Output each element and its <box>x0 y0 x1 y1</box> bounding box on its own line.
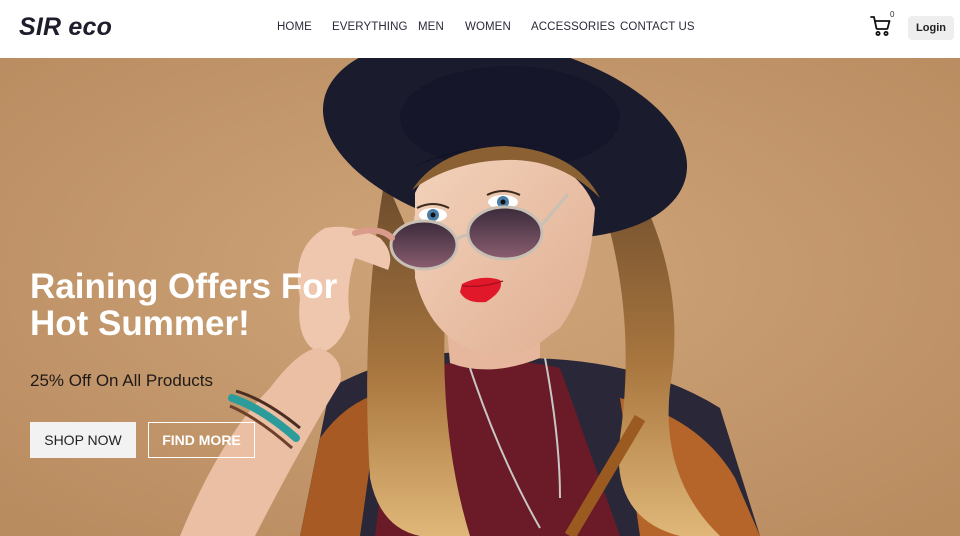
main-nav: HOME EVERYTHING MEN WOMEN ACCESSORIES CO… <box>0 0 960 58</box>
nav-everything[interactable]: EVERYTHING <box>332 21 408 33</box>
nav-contact-us[interactable]: CONTACT US <box>620 21 695 33</box>
hero-banner: Raining Offers For Hot Summer! 25% Off O… <box>0 58 960 536</box>
shop-now-button[interactable]: SHOP NOW <box>30 422 136 458</box>
nav-men[interactable]: MEN <box>418 21 444 33</box>
hero-title: Raining Offers For Hot Summer! <box>30 268 390 342</box>
cart-count-badge: 0 <box>890 10 895 19</box>
nav-accessories[interactable]: ACCESSORIES <box>531 21 615 33</box>
login-button[interactable]: Login <box>908 16 954 40</box>
hero-subtitle: 25% Off On All Products <box>30 371 213 390</box>
nav-women[interactable]: WOMEN <box>465 21 511 33</box>
hero-title-line1: Raining Offers For <box>30 267 338 306</box>
site-header: SIR eco HOME EVERYTHING MEN WOMEN ACCESS… <box>0 0 960 58</box>
nav-home[interactable]: HOME <box>277 21 312 33</box>
hero-title-line2: Hot Summer! <box>30 304 250 343</box>
find-more-button[interactable]: FIND MORE <box>148 422 255 458</box>
